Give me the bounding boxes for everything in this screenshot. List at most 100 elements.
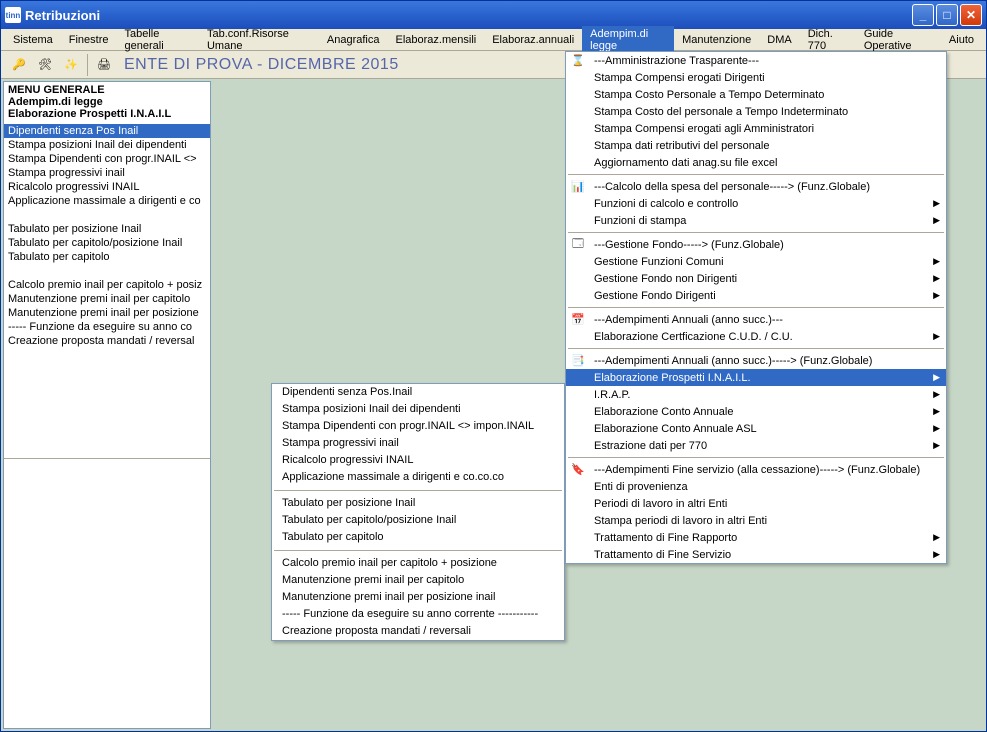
dropdown-header[interactable]: 🔖---Adempimenti Fine servizio (alla cess… (566, 461, 946, 478)
dropdown-item[interactable]: Elaborazione Conto Annuale▶ (566, 403, 946, 420)
submenu-item[interactable]: Creazione proposta mandati / reversali (272, 623, 564, 640)
sidebar-item[interactable]: Manutenzione premi inail per capitolo (4, 292, 210, 306)
sidebar-item (4, 264, 210, 278)
content-area: Dipendenti senza Pos.InailStampa posizio… (213, 79, 986, 731)
menu-dma[interactable]: DMA (759, 32, 799, 48)
context-label: ENTE DI PROVA - DICEMBRE 2015 (124, 56, 399, 74)
dropdown-item[interactable]: Funzioni di calcolo e controllo▶ (566, 195, 946, 212)
dropdown-item[interactable]: Trattamento di Fine Rapporto▶ (566, 529, 946, 546)
submenu-item[interactable]: Stampa posizioni Inail dei dipendenti (272, 401, 564, 418)
chevron-right-icon: ▶ (933, 256, 940, 267)
menu-aiuto[interactable]: Aiuto (941, 32, 982, 48)
submenu-separator (274, 490, 562, 491)
dropdown-item[interactable]: Elaborazione Conto Annuale ASL ▶ (566, 420, 946, 437)
sidebar-item[interactable]: Creazione proposta mandati / reversal (4, 334, 210, 348)
chevron-right-icon: ▶ (933, 440, 940, 451)
dropdown-group-icon: ⌛ (570, 53, 586, 69)
dropdown-item[interactable]: Estrazione dati per 770▶ (566, 437, 946, 454)
submenu-item[interactable]: Stampa progressivi inail (272, 435, 564, 452)
chevron-right-icon: ▶ (933, 423, 940, 434)
menu-guide-operative[interactable]: Guide Operative (856, 26, 941, 54)
sidebar-item[interactable]: Ricalcolo progressivi INAIL (4, 180, 210, 194)
dropdown-item[interactable]: Stampa dati retributivi del personale (566, 137, 946, 154)
dropdown-item[interactable]: Elaborazione Certficazione C.U.D. / C.U.… (566, 328, 946, 345)
chevron-right-icon: ▶ (933, 549, 940, 560)
dropdown-item[interactable]: Aggiornamento dati anag.su file excel (566, 154, 946, 171)
dropdown-separator (568, 348, 944, 349)
sidebar-item[interactable]: Tabulato per posizione Inail (4, 222, 210, 236)
dropdown-header[interactable]: 📑---Adempimenti Annuali (anno succ.)----… (566, 352, 946, 369)
dropdown-item[interactable]: I.R.A.P.▶ (566, 386, 946, 403)
submenu-item[interactable]: Ricalcolo progressivi INAIL (272, 452, 564, 469)
menu-elaboraz-annuali[interactable]: Elaboraz.annuali (484, 32, 582, 48)
dropdown-item[interactable]: Trattamento di Fine Servizio ▶ (566, 546, 946, 563)
print-icon[interactable]: 🖨 (92, 53, 116, 77)
submenu-item[interactable]: Manutenzione premi inail per posizione i… (272, 589, 564, 606)
sidebar-item[interactable]: Tabulato per capitolo (4, 250, 210, 264)
submenu-item[interactable]: Tabulato per capitolo (272, 529, 564, 546)
submenu-item[interactable]: Tabulato per posizione Inail (272, 495, 564, 512)
dropdown-item[interactable]: Enti di provenienza (566, 478, 946, 495)
dropdown-item[interactable]: Elaborazione Prospetti I.N.A.I.L.▶ (566, 369, 946, 386)
dropdown-header[interactable]: 📊---Calcolo della spesa del personale---… (566, 178, 946, 195)
sidebar-item[interactable]: Tabulato per capitolo/posizione Inail (4, 236, 210, 250)
sidebar-item[interactable]: Stampa Dipendenti con progr.INAIL <> (4, 152, 210, 166)
submenu-item[interactable]: Stampa Dipendenti con progr.INAIL <> imp… (272, 418, 564, 435)
menu-manutenzione[interactable]: Manutenzione (674, 32, 759, 48)
submenu-item[interactable]: ----- Funzione da eseguire su anno corre… (272, 606, 564, 623)
close-button[interactable]: ✕ (960, 4, 982, 26)
dropdown-header[interactable]: 🗔---Gestione Fondo-----> (Funz.Globale) (566, 236, 946, 253)
dropdown-item-label: Gestione Fondo non Dirigenti (594, 273, 737, 285)
dropdown-header[interactable]: 📅---Adempimenti Annuali (anno succ.)--- (566, 311, 946, 328)
dropdown-separator (568, 307, 944, 308)
dropdown-item[interactable]: Stampa periodi di lavoro in altri Enti (566, 512, 946, 529)
sidebar-item[interactable]: Applicazione massimale a dirigenti e co (4, 194, 210, 208)
submenu-item[interactable]: Manutenzione premi inail per capitolo (272, 572, 564, 589)
menu-anagrafica[interactable]: Anagrafica (319, 32, 388, 48)
sidebar: MENU GENERALEAdempim.di legge Elaborazio… (3, 81, 211, 729)
dropdown-item-label: Funzioni di calcolo e controllo (594, 198, 738, 210)
key-icon[interactable]: 🔑 (7, 53, 31, 77)
dropdown-item-label: Elaborazione Prospetti I.N.A.I.L. (594, 372, 751, 384)
menu-finestre[interactable]: Finestre (61, 32, 117, 48)
app-icon: tinn (5, 7, 21, 23)
sidebar-item (4, 208, 210, 222)
minimize-button[interactable]: _ (912, 4, 934, 26)
menu-adempim-di-legge[interactable]: Adempim.di legge (582, 26, 674, 54)
wand-icon[interactable]: ✨ (59, 53, 83, 77)
submenu-item[interactable]: Dipendenti senza Pos.Inail (272, 384, 564, 401)
sidebar-item[interactable]: Calcolo premio inail per capitolo + posi… (4, 278, 210, 292)
dropdown-separator (568, 457, 944, 458)
sidebar-item[interactable]: Stampa posizioni Inail dei dipendenti (4, 138, 210, 152)
tool-icon[interactable]: 🛠 (33, 53, 57, 77)
dropdown-item[interactable]: Periodi di lavoro in altri Enti (566, 495, 946, 512)
dropdown-item[interactable]: Gestione Fondo non Dirigenti▶ (566, 270, 946, 287)
dropdown-separator (568, 174, 944, 175)
sidebar-header-line: Adempim.di legge (8, 96, 206, 108)
menu-tabelle-generali[interactable]: Tabelle generali (117, 26, 199, 54)
sidebar-item[interactable]: Stampa progressivi inail (4, 166, 210, 180)
dropdown-item-label: Trattamento di Fine Servizio (594, 549, 731, 561)
dropdown-item[interactable]: Gestione Fondo Dirigenti▶ (566, 287, 946, 304)
menu-sistema[interactable]: Sistema (5, 32, 61, 48)
maximize-button[interactable]: □ (936, 4, 958, 26)
chevron-right-icon: ▶ (933, 290, 940, 301)
submenu-item[interactable]: Applicazione massimale a dirigenti e co.… (272, 469, 564, 486)
dropdown-item[interactable]: Stampa Costo del personale a Tempo Indet… (566, 103, 946, 120)
dropdown-item[interactable]: Stampa Compensi erogati Dirigenti (566, 69, 946, 86)
sidebar-item[interactable]: Dipendenti senza Pos Inail (4, 124, 210, 138)
submenu-item[interactable]: Tabulato per capitolo/posizione Inail (272, 512, 564, 529)
sidebar-item[interactable]: Manutenzione premi inail per posizione (4, 306, 210, 320)
menu-dich-770[interactable]: Dich. 770 (800, 26, 856, 54)
menu-tab-conf-risorse-umane[interactable]: Tab.conf.Risorse Umane (199, 26, 319, 54)
submenu-item[interactable]: Calcolo premio inail per capitolo + posi… (272, 555, 564, 572)
menu-elaboraz-mensili[interactable]: Elaboraz.mensili (388, 32, 485, 48)
dropdown-item[interactable]: Funzioni di stampa▶ (566, 212, 946, 229)
dropdown-item-label: Elaborazione Conto Annuale ASL (594, 423, 757, 435)
dropdown-header[interactable]: ⌛---Amministrazione Trasparente--- (566, 52, 946, 69)
sidebar-item[interactable]: ----- Funzione da eseguire su anno co (4, 320, 210, 334)
toolbar-separator (87, 54, 88, 76)
dropdown-item[interactable]: Gestione Funzioni Comuni▶ (566, 253, 946, 270)
dropdown-item[interactable]: Stampa Costo Personale a Tempo Determina… (566, 86, 946, 103)
dropdown-item[interactable]: Stampa Compensi erogati agli Amministrat… (566, 120, 946, 137)
